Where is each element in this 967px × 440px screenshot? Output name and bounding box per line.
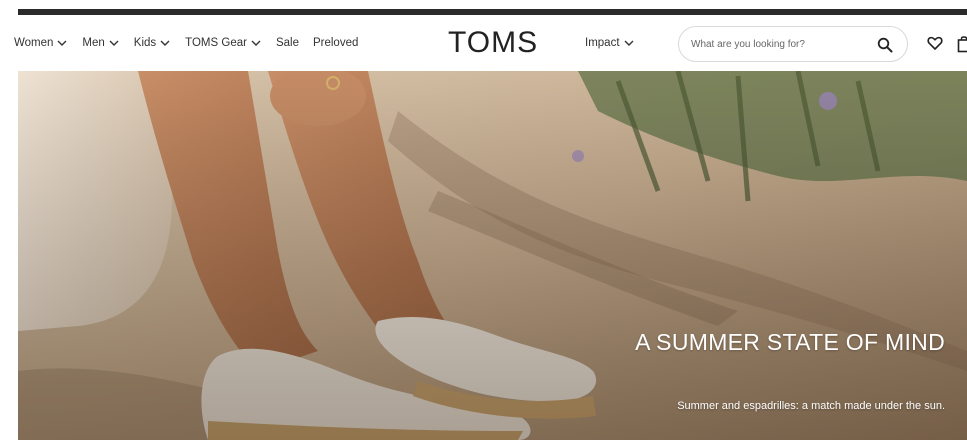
nav-item-label: Women (14, 37, 54, 49)
nav-item-label: Preloved (312, 37, 359, 49)
nav-item-toms-gear[interactable]: TOMS Gear (185, 37, 262, 49)
nav-item-label: Impact (585, 37, 620, 49)
nav-item-kids[interactable]: Kids (134, 37, 171, 49)
top-strip (0, 0, 967, 15)
nav-item-label: Men (82, 37, 105, 49)
chevron-down-icon (159, 37, 171, 49)
chevron-down-icon (56, 37, 68, 49)
nav-item-men[interactable]: Men (82, 37, 119, 49)
nav-item-preloved[interactable]: Preloved (313, 37, 358, 49)
nav-item-label: Kids (133, 37, 157, 49)
heart-icon[interactable] (927, 35, 943, 51)
nav-item-impact[interactable]: Impact (585, 15, 635, 71)
chevron-down-icon (108, 37, 120, 49)
main-nav: Women Men Kids TOMS Gear Sale Preloved (14, 15, 372, 71)
nav-item-sale[interactable]: Sale (276, 37, 299, 49)
nav-item-label: Sale (275, 37, 299, 49)
nav-item-label: TOMS Gear (185, 37, 247, 49)
hero-image (18, 71, 967, 440)
hero-banner[interactable]: A SUMMER STATE OF MIND Summer and espadr… (18, 71, 967, 440)
hero-title: A SUMMER STATE OF MIND (635, 329, 945, 355)
hero-subtitle: Summer and espadrilles: a match made und… (677, 400, 945, 412)
chevron-down-icon (250, 37, 262, 49)
brand-logo[interactable]: TOMS (448, 26, 538, 60)
search-bar (678, 26, 908, 62)
nav-item-women[interactable]: Women (14, 37, 68, 49)
search-icon[interactable] (877, 37, 893, 53)
site-header: Women Men Kids TOMS Gear Sale Preloved T… (0, 15, 967, 71)
bag-icon[interactable] (957, 35, 967, 53)
search-input[interactable] (691, 38, 861, 50)
chevron-down-icon (623, 37, 635, 49)
